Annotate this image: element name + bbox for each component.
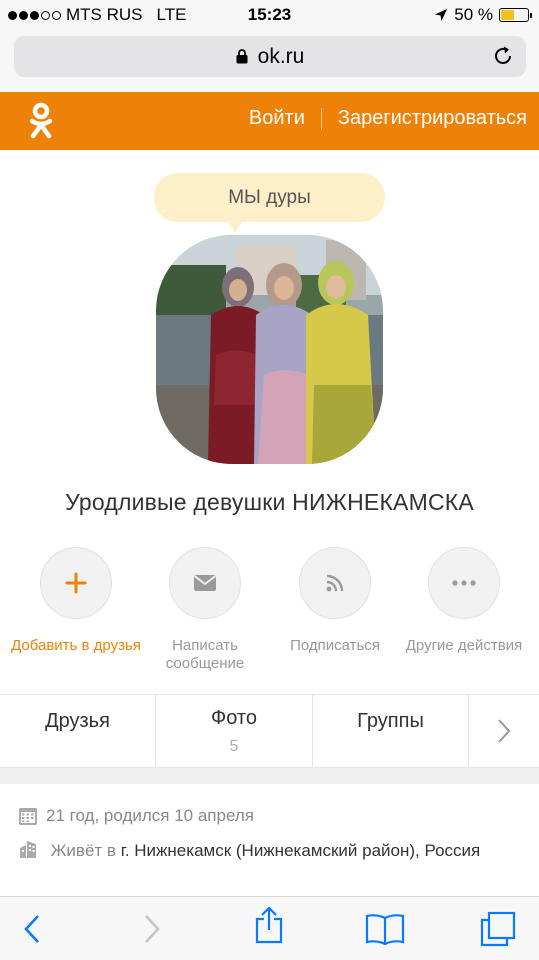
location-text: г. Нижнекамск (Нижнекамский район), Росс… <box>120 841 481 860</box>
add-friend-circle[interactable] <box>40 547 112 619</box>
chevron-right-icon <box>498 719 511 743</box>
share-button[interactable] <box>251 906 287 944</box>
address-bar[interactable]: ok.ru <box>14 36 526 77</box>
chevron-left-icon <box>24 915 39 943</box>
tab-photos-label: Фото <box>211 707 257 729</box>
other-actions-circle[interactable] <box>428 547 500 619</box>
rss-icon <box>326 574 344 592</box>
subscribe-button[interactable]: Подписаться <box>270 547 400 655</box>
site-header: Войти Зарегистрироваться <box>0 92 539 150</box>
browser-chrome: ok.ru <box>0 30 539 92</box>
tab-groups-label: Группы <box>357 710 424 732</box>
plus-icon <box>65 572 87 594</box>
other-actions-button[interactable]: Другие действия <box>399 547 529 655</box>
tabs-more-button[interactable] <box>469 695 539 767</box>
location-arrow-icon <box>435 9 448 21</box>
tab-photos[interactable]: Фото 5 <box>156 695 313 767</box>
bookmarks-button[interactable] <box>363 911 407 947</box>
profile-avatar[interactable] <box>156 235 383 464</box>
city-icon <box>20 841 36 858</box>
tabs-button[interactable] <box>480 911 516 947</box>
age-birthday-text: 21 год, родился 10 апреля <box>46 806 254 825</box>
profile-actions: Добавить в друзья Написать сообщение Под… <box>0 547 539 677</box>
lock-icon <box>236 49 248 64</box>
open-book-icon <box>365 914 405 945</box>
battery-icon <box>499 8 532 22</box>
birthday-row: 21 год, родился 10 апреля <box>18 804 518 828</box>
profile-info: 21 год, родился 10 апреля Живёт в г. Ниж… <box>18 804 518 876</box>
browser-toolbar <box>0 896 539 960</box>
write-message-button[interactable]: Написать сообщение <box>140 547 270 673</box>
odnoklassniki-logo-icon[interactable] <box>28 102 54 142</box>
add-friend-button[interactable]: Добавить в друзья <box>11 547 141 655</box>
battery-percent: 50 % <box>454 5 493 24</box>
reload-icon[interactable] <box>492 45 514 67</box>
forward-button[interactable] <box>134 911 170 947</box>
calendar-icon <box>19 808 37 825</box>
location-row: Живёт в г. Нижнекамск (Нижнекамский райо… <box>18 838 518 864</box>
chevron-right-disabled-icon <box>145 915 160 943</box>
other-actions-label: Другие действия <box>405 637 523 654</box>
profile-status: МЫ дуры <box>154 173 385 222</box>
add-friend-label: Добавить в друзья <box>11 637 141 654</box>
tab-groups[interactable]: Группы <box>313 695 469 767</box>
register-link[interactable]: Зарегистрироваться <box>338 107 527 130</box>
header-divider <box>320 107 322 130</box>
subscribe-circle[interactable] <box>299 547 371 619</box>
tab-friends[interactable]: Друзья <box>0 695 156 767</box>
write-message-label: Написать сообщение <box>165 637 245 672</box>
write-message-circle[interactable] <box>169 547 241 619</box>
url-text: ok.ru <box>257 44 305 68</box>
profile-name: Уродливые девушки НИЖНЕКАМСКА <box>65 489 474 515</box>
subscribe-label: Подписаться <box>290 637 380 654</box>
login-link[interactable]: Войти <box>249 107 305 130</box>
tab-friends-label: Друзья <box>45 710 110 732</box>
share-icon <box>255 906 283 944</box>
back-button[interactable] <box>14 911 50 947</box>
status-bar: MTS RUS LTE 15:23 50 % <box>0 0 539 30</box>
section-divider <box>0 768 539 784</box>
more-dots-icon <box>452 580 476 586</box>
profile-tabs: Друзья Фото 5 Группы <box>0 694 539 768</box>
tab-photos-count: 5 <box>229 738 239 755</box>
envelope-icon <box>193 575 217 591</box>
status-bubble-tail <box>226 219 244 233</box>
lives-in-prefix: Живёт в <box>50 841 116 860</box>
tabs-overview-icon <box>480 911 516 947</box>
